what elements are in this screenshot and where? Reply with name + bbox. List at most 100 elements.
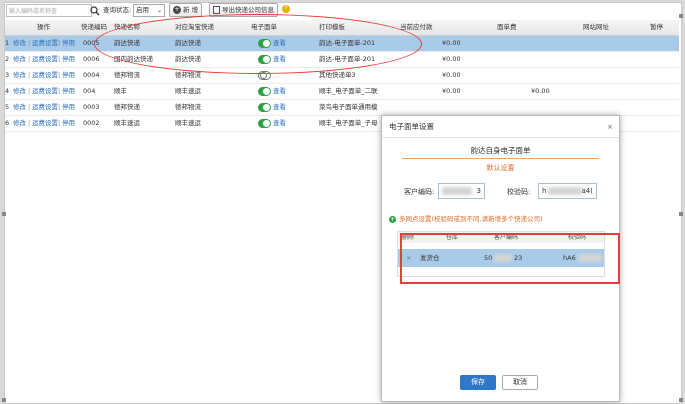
add-button-label: 新 增 bbox=[183, 6, 199, 14]
customer-code-value: 3 bbox=[476, 187, 481, 195]
annotation-ellipse bbox=[94, 14, 422, 74]
edit-link[interactable]: 修改 bbox=[13, 100, 26, 115]
resize-handle[interactable] bbox=[679, 212, 683, 216]
freight-settings-link[interactable]: 运费设置 bbox=[32, 68, 58, 83]
search-input[interactable]: 输入编码或名称查 bbox=[6, 4, 92, 17]
freight-settings-link[interactable]: 运费设置 bbox=[32, 52, 58, 67]
cancel-button[interactable]: 取消 bbox=[502, 375, 538, 390]
status-select[interactable]: 启用 ⌄ bbox=[133, 4, 165, 17]
edit-link[interactable]: 修改 bbox=[13, 68, 26, 83]
fee-cell: ¥0.00 bbox=[531, 87, 550, 95]
template-cell: 菜鸟电子面单通用模 bbox=[319, 103, 378, 111]
multi-outlet-hint: 多网点设置(校验码或到不同,请新增多个快递公司) bbox=[399, 215, 543, 223]
payable-cell: ¥0.00 bbox=[442, 71, 461, 79]
taobao-cell: 顺丰速运 bbox=[175, 119, 201, 127]
annotation-box bbox=[400, 233, 620, 284]
template-cell: 顺丰_电子面单_子母 bbox=[319, 119, 378, 127]
table-row[interactable]: 3 修改 | 运费设置 | 停用 0004 德邦物流 德邦物流 其他快递单3 ¥… bbox=[5, 68, 679, 84]
code-cell: 0004 bbox=[83, 71, 100, 79]
edit-link[interactable]: 修改 bbox=[13, 84, 26, 99]
view-link[interactable]: 查看 bbox=[273, 84, 286, 99]
disable-link[interactable]: 停用 bbox=[62, 84, 75, 99]
col-fee: 面单费 bbox=[497, 23, 517, 31]
row-index: 6 bbox=[5, 119, 10, 127]
divider bbox=[402, 158, 599, 159]
plus-icon: + bbox=[389, 216, 396, 223]
separator: | bbox=[58, 119, 61, 127]
multi-outlet-add[interactable]: + 多网点设置(校验码或到不同,请新增多个快递公司) bbox=[389, 213, 543, 223]
table-row[interactable]: 4 修改 | 运费设置 | 停用 004 顺丰 顺丰速运 查看 顺丰_电子面单_… bbox=[5, 84, 679, 100]
check-code-label: 校验码: bbox=[507, 188, 531, 196]
disable-link[interactable]: 停用 bbox=[62, 100, 75, 115]
row-index: 3 bbox=[5, 71, 10, 79]
status-select-value: 启用 bbox=[136, 6, 149, 14]
taobao-cell: 顺丰速运 bbox=[175, 87, 201, 95]
disable-link[interactable]: 停用 bbox=[62, 36, 75, 51]
eform-toggle[interactable] bbox=[258, 103, 271, 112]
redacted-value bbox=[548, 187, 582, 195]
eform-toggle[interactable] bbox=[258, 119, 271, 128]
freight-settings-link[interactable]: 运费设置 bbox=[32, 100, 58, 115]
check-code-suffix: a4( bbox=[581, 187, 593, 195]
customer-code-field[interactable]: 3 bbox=[438, 183, 485, 199]
template-cell: 顺丰_电子面单_二联 bbox=[319, 87, 378, 95]
view-link[interactable]: 查看 bbox=[273, 100, 286, 115]
eform-toggle[interactable] bbox=[258, 87, 271, 96]
chevron-down-icon: ⌄ bbox=[156, 7, 162, 14]
name-cell: 顺丰 bbox=[114, 87, 127, 95]
row-index: 5 bbox=[5, 103, 10, 111]
help-icon[interactable]: ? bbox=[282, 5, 290, 13]
customer-code-label: 客户编码: bbox=[404, 188, 435, 196]
name-cell: 德邦物流 bbox=[114, 71, 140, 79]
row-index: 1 bbox=[5, 39, 10, 47]
resize-handle[interactable] bbox=[679, 398, 683, 402]
code-cell: 0002 bbox=[83, 119, 100, 127]
separator: | bbox=[28, 119, 31, 127]
dialog-title: 电子面单设置 bbox=[382, 116, 619, 138]
col-actions: 操作 bbox=[37, 23, 50, 31]
separator: | bbox=[28, 71, 31, 79]
export-icon bbox=[213, 6, 220, 14]
view-link[interactable]: 查看 bbox=[273, 116, 286, 131]
redacted-value bbox=[442, 187, 472, 195]
row-index: 2 bbox=[5, 55, 10, 63]
separator: | bbox=[28, 87, 31, 95]
default-settings-label: 默认设置 bbox=[486, 164, 515, 172]
add-button[interactable]: + 新 增 bbox=[169, 3, 203, 17]
freight-settings-link[interactable]: 运费设置 bbox=[32, 36, 58, 51]
taobao-cell: 德邦物流 bbox=[175, 103, 201, 111]
save-button[interactable]: 保存 bbox=[460, 375, 496, 390]
export-button-label: 导出快递公司信息 bbox=[222, 6, 274, 14]
separator: | bbox=[28, 55, 31, 63]
payable-cell: ¥0.00 bbox=[442, 55, 461, 63]
disable-link[interactable]: 停用 bbox=[62, 68, 75, 83]
payable-cell: ¥0.00 bbox=[442, 87, 461, 95]
check-code-prefix: h bbox=[542, 187, 547, 195]
col-pause: 暂停 bbox=[650, 23, 663, 31]
resize-handle[interactable] bbox=[2, 212, 6, 216]
code-cell: 0006 bbox=[83, 55, 100, 63]
edit-link[interactable]: 修改 bbox=[13, 116, 26, 131]
search-icon[interactable] bbox=[89, 4, 101, 17]
col-website: 网站网址 bbox=[583, 23, 609, 31]
disable-link[interactable]: 停用 bbox=[62, 52, 75, 67]
edit-link[interactable]: 修改 bbox=[13, 52, 26, 67]
separator: | bbox=[28, 103, 31, 111]
edit-link[interactable]: 修改 bbox=[13, 36, 26, 51]
name-cell: 顺丰速运 bbox=[114, 119, 140, 127]
separator: | bbox=[58, 71, 61, 79]
freight-settings-link[interactable]: 运费设置 bbox=[32, 84, 58, 99]
resize-handle[interactable] bbox=[2, 398, 6, 402]
close-icon[interactable]: × bbox=[607, 116, 613, 138]
freight-settings-link[interactable]: 运费设置 bbox=[32, 116, 58, 131]
table-row[interactable]: 5 修改 | 运费设置 | 停用 0003 德邦快递 德邦物流 查看 菜鸟电子面… bbox=[5, 100, 679, 116]
resize-handle[interactable] bbox=[679, 14, 683, 18]
separator: | bbox=[58, 87, 61, 95]
disable-link[interactable]: 停用 bbox=[62, 116, 75, 131]
separator: | bbox=[58, 39, 61, 47]
code-cell: 0003 bbox=[83, 103, 100, 111]
plus-icon: + bbox=[173, 6, 181, 14]
row-index: 4 bbox=[5, 87, 10, 95]
check-code-field[interactable]: h a4( bbox=[538, 183, 597, 199]
status-filter-label: 查询状态: bbox=[103, 6, 132, 14]
